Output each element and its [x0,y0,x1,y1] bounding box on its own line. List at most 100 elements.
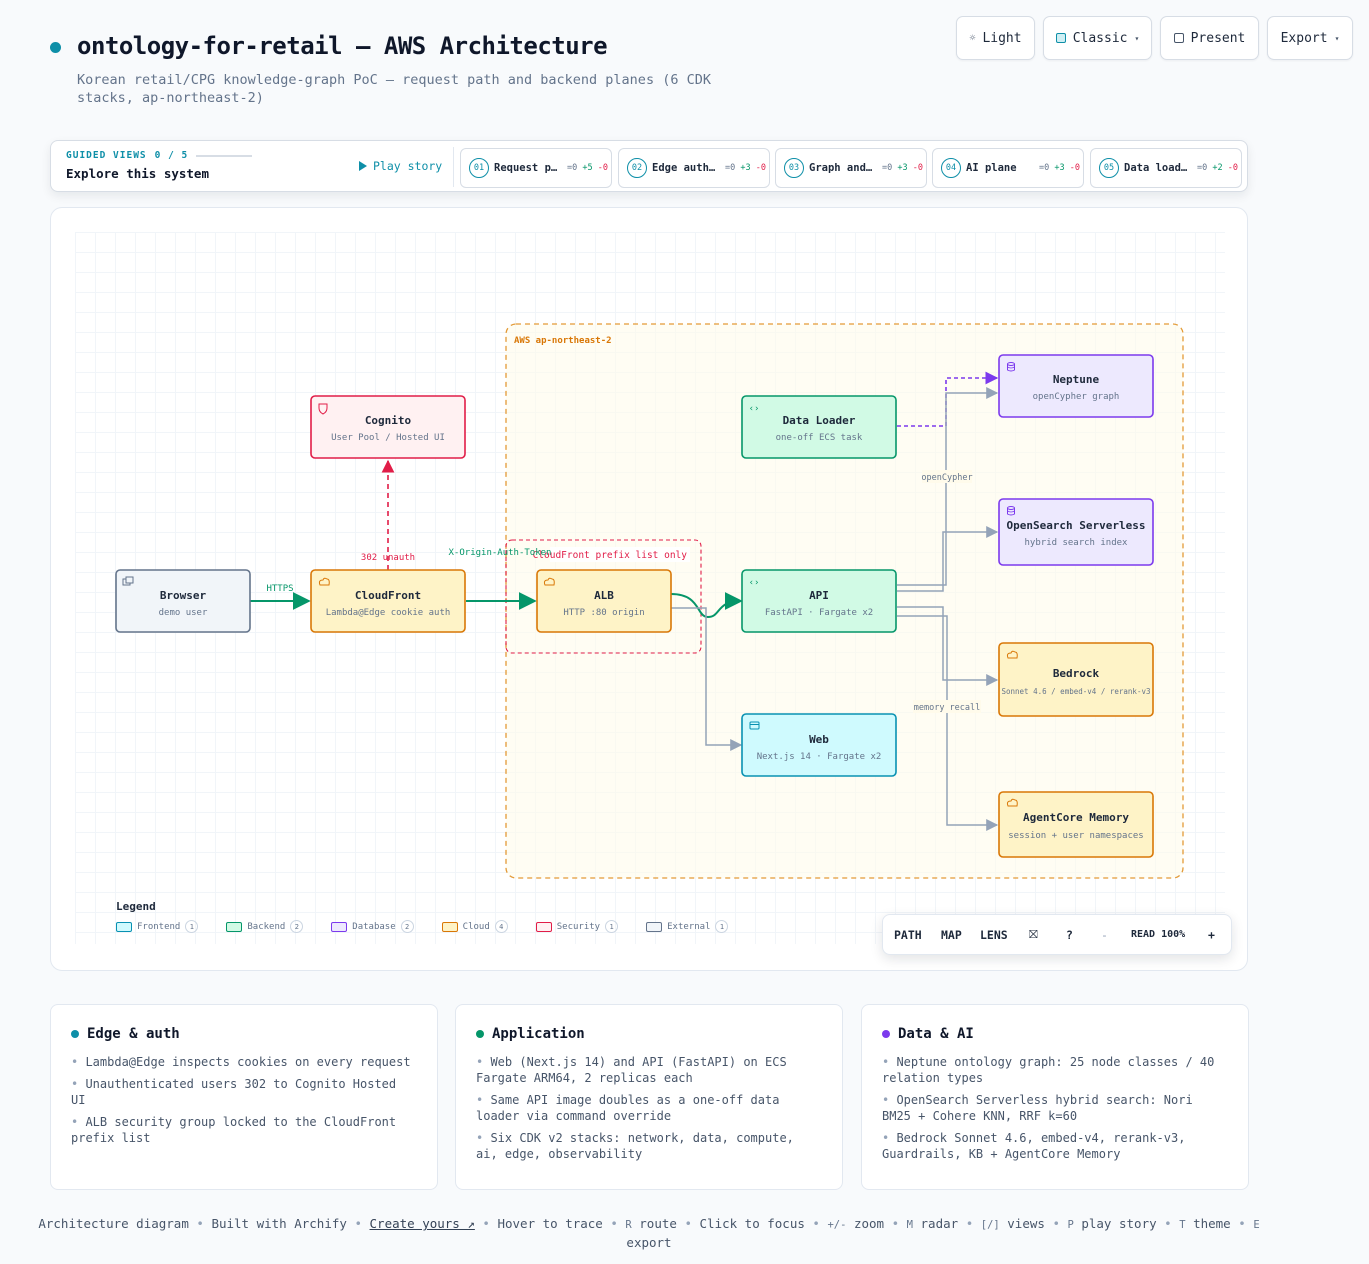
list-item: OpenSearch Serverless hybrid search: Nor… [882,1092,1228,1124]
svg-text:API: API [809,589,829,602]
node-neptune[interactable]: Neptune openCypher graph [998,354,1154,418]
list-item: Lambda@Edge inspects cookies on every re… [71,1054,417,1070]
list-item: Neptune ontology graph: 25 node classes … [882,1054,1228,1086]
guided-view-1[interactable]: 01 Request path =0 +5 -0 [460,148,612,188]
view-label: AI plane [966,162,1017,174]
svg-text:User Pool / Hosted UI: User Pool / Hosted UI [331,433,445,443]
legend-item-security[interactable]: Security 1 [535,920,619,933]
list-item: ALB security group locked to the CloudFr… [71,1114,417,1146]
guided-view-4[interactable]: 04 AI plane =0 +3 -0 [932,148,1084,188]
svg-text:Neptune: Neptune [1053,373,1100,386]
guided-views-bar: GUIDED VIEWS 0 / 5 Explore this system P… [50,140,1248,192]
legend-swatch [116,921,132,932]
list-item: Same API image doubles as a one-off data… [476,1092,822,1124]
export-dropdown[interactable]: Export ▾ [1267,16,1353,60]
path-button[interactable]: PATH [894,928,922,942]
view-label: Edge authentication [652,162,720,174]
zoom-in-button[interactable]: + [1208,928,1215,942]
guided-views-heading: Explore this system [66,166,209,181]
style-dropdown-label: Classic [1072,30,1128,46]
node-browser[interactable]: Browser demo user [115,569,251,633]
present-button[interactable]: Present [1160,16,1259,60]
present-button-label: Present [1190,30,1246,46]
guided-views-progress: 0 / 5 [154,150,189,161]
chevron-down-icon: ▾ [1334,33,1340,43]
svg-text:hybrid search index: hybrid search index [1025,538,1129,548]
theme-button[interactable]: ☼ Light [956,16,1035,60]
view-number: 01 [469,158,489,178]
page-title: ontology-for-retail — AWS Architecture [77,32,608,60]
diagram-canvas[interactable]: AWS ap-northeast-2 CloudFront prefix lis… [50,207,1248,971]
play-story-button[interactable]: Play story [359,159,442,173]
code-icon: ‹› [749,404,760,414]
guided-view-5[interactable]: 05 Data loading =0 +2 -0 [1090,148,1242,188]
card-dot [882,1030,890,1038]
security-group-label: CloudFront prefix list only [533,550,688,561]
present-icon [1173,33,1184,43]
edge-label-memory-recall: memory recall [914,703,981,713]
legend-title: Legend [116,900,156,913]
legend-item-external[interactable]: External 1 [646,920,729,933]
view-label: Graph and search [809,162,877,174]
svg-text:Bedrock: Bedrock [1053,667,1100,680]
node-agentcore-memory[interactable]: AgentCore Memory session + user namespac… [998,791,1154,858]
code-icon: ‹› [749,578,760,588]
node-web[interactable]: Web Next.js 14 · Fargate x2 [741,713,897,777]
view-counts: =0 +3 -0 [1039,163,1080,173]
node-cognito[interactable]: Cognito User Pool / Hosted UI [310,395,466,459]
card-data-ai: Data & AI Neptune ontology graph: 25 nod… [861,1004,1249,1190]
footer: Architecture diagram • Built with Archif… [38,1216,1260,1250]
help-button[interactable]: ? [1066,928,1073,942]
guided-view-2[interactable]: 02 Edge authentication =0 +3 -0 [618,148,770,188]
style-dropdown[interactable]: Classic ▾ [1043,16,1152,60]
node-opensearch[interactable]: OpenSearch Serverless hybrid search inde… [998,498,1154,566]
view-number: 05 [1099,158,1119,178]
node-cloudfront[interactable]: CloudFront Lambda@Edge cookie auth [310,569,466,633]
svg-text:ALB: ALB [594,589,614,602]
svg-text:OpenSearch Serverless: OpenSearch Serverless [1006,519,1145,532]
view-counts: =0 +3 -0 [882,163,923,173]
legend-item-database[interactable]: Database 2 [331,920,414,933]
chevron-down-icon: ▾ [1134,33,1140,43]
guided-view-3[interactable]: 03 Graph and search =0 +3 -0 [775,148,927,188]
create-yours-link[interactable]: Create yours ↗ [370,1216,475,1231]
card-edge-auth: Edge & auth Lambda@Edge inspects cookies… [50,1004,438,1190]
node-alb[interactable]: ALB HTTP :80 origin [536,569,672,633]
card-title: Application [492,1026,585,1042]
map-button[interactable]: MAP [941,928,962,942]
fullscreen-icon[interactable]: ⛝ [1029,927,1038,942]
legend-swatch [226,921,243,932]
view-label: Data loading [1124,162,1192,174]
legend-swatch [646,921,663,932]
zoom-out-button[interactable]: - [1101,928,1108,942]
legend-item-cloud[interactable]: Cloud 4 [441,920,508,933]
legend-item-frontend[interactable]: Frontend 1 [116,920,199,933]
card-title: Data & AI [898,1026,974,1042]
edge-browser-cloudfront[interactable]: HTTPS [250,584,311,610]
svg-text:Cognito: Cognito [365,414,412,427]
region-label: AWS ap-northeast-2 [514,336,612,346]
node-data-loader[interactable]: ‹› Data Loader one-off ECS task [741,395,897,459]
style-swatch-icon [1055,33,1066,43]
legend: Frontend 1 Backend 2 Database 2 Cloud 4 … [116,920,756,933]
view-number: 02 [627,158,647,178]
sun-icon: ☼ [969,32,976,44]
node-api[interactable]: ‹› API FastAPI · Fargate x2 [741,569,897,633]
list-item: Bedrock Sonnet 4.6, embed-v4, rerank-v3,… [882,1130,1228,1162]
list-item: Six CDK v2 stacks: network, data, comput… [476,1130,822,1162]
svg-text:CloudFront: CloudFront [355,589,421,602]
legend-swatch [535,921,552,932]
svg-text:Web: Web [809,733,829,746]
node-bedrock[interactable]: Bedrock Sonnet 4.6 / embed-v4 / rerank-v… [998,642,1154,717]
edge-label-origin-auth-token: X-Origin-Auth-Token [449,548,552,558]
guided-progress-bar [196,154,253,157]
play-icon [359,161,367,171]
view-number: 04 [941,158,961,178]
lens-button[interactable]: LENS [980,928,1008,942]
svg-text:one-off ECS task: one-off ECS task [776,433,863,443]
legend-item-backend[interactable]: Backend 2 [226,920,304,933]
edge-label-302-unauth: 302 unauth [361,553,415,563]
svg-text:demo user: demo user [159,608,208,618]
edge-cloudfront-cognito[interactable]: 302 unauth [361,459,415,570]
legend-swatch [331,921,348,932]
